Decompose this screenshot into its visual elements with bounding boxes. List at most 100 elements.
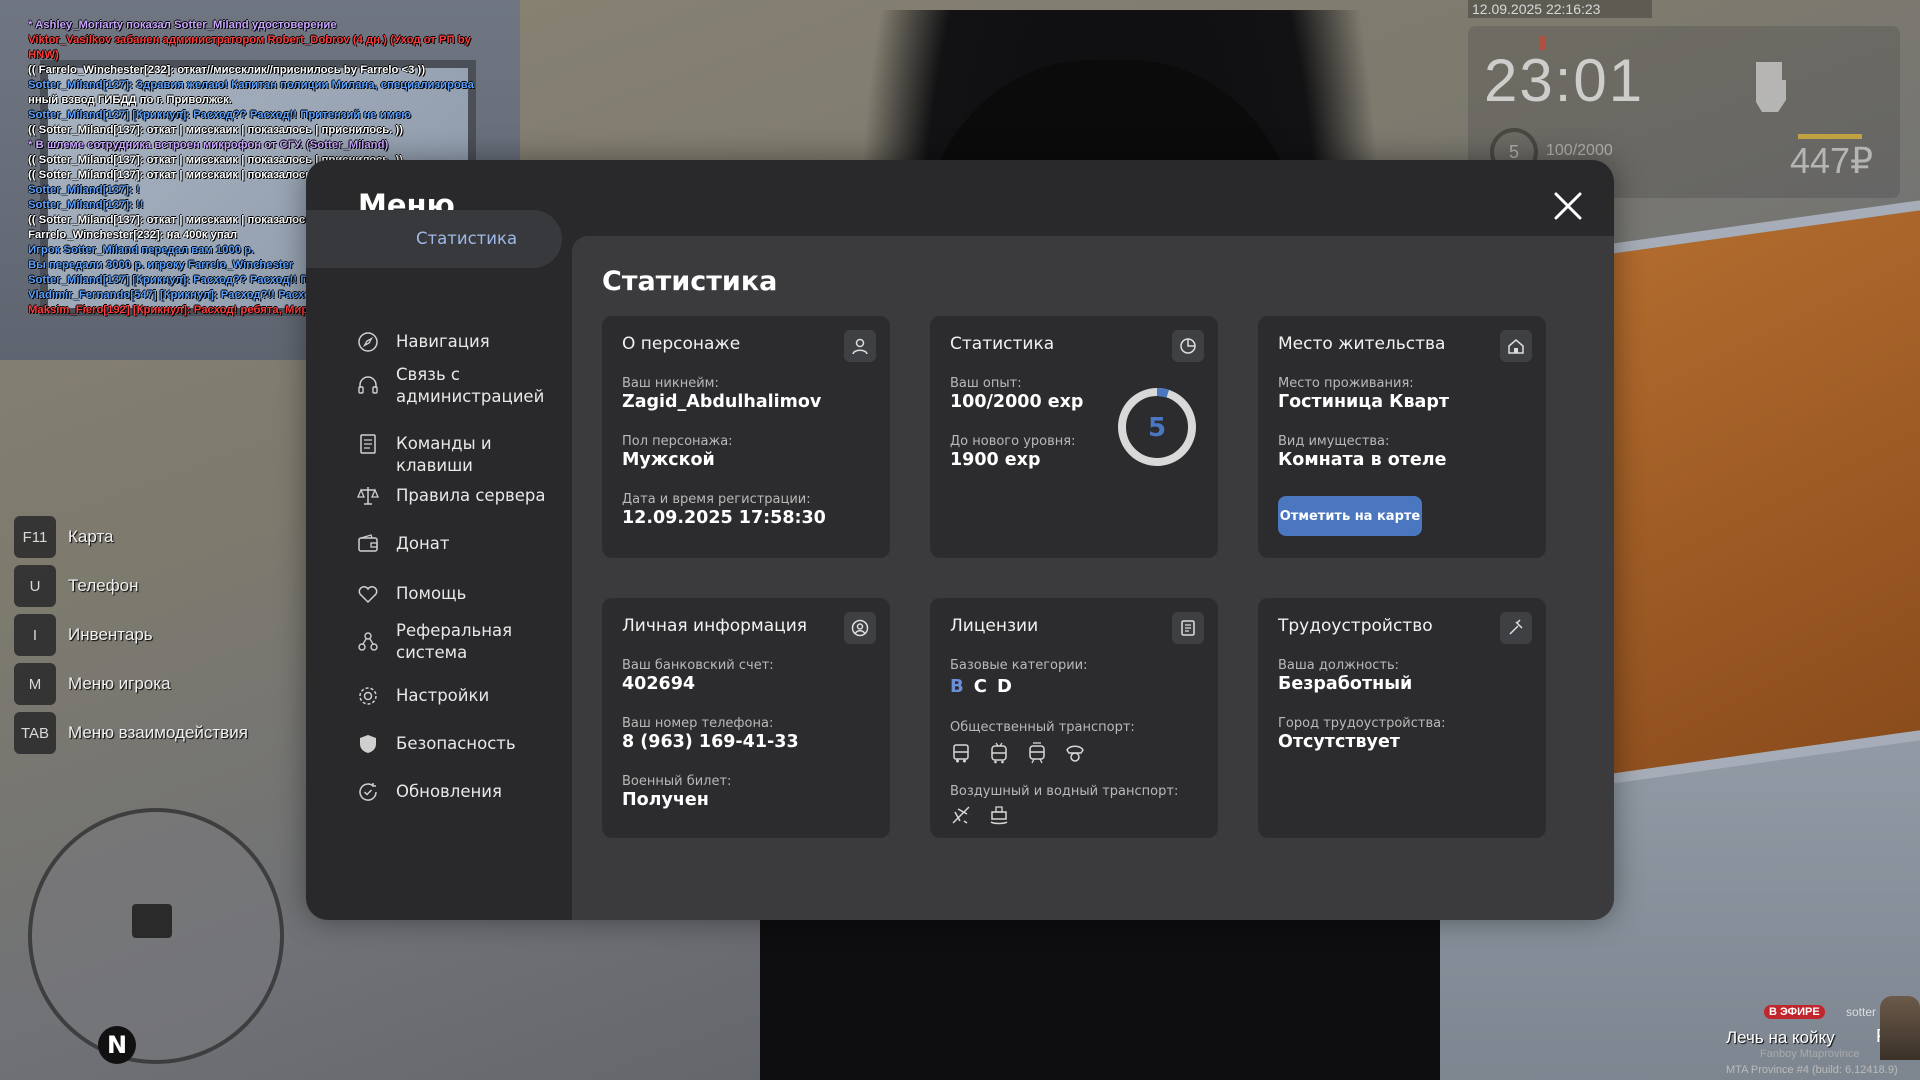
chat-line: HNW) [28,49,59,61]
action-prompt: Лечь на койку [1726,1028,1835,1047]
keybind-key: I [14,614,56,656]
keybind-label: Меню игрока [68,674,171,693]
nav-label: Связь с администрацией [396,365,545,406]
keybind-list: F11 Карта U Телефон I Инвентарь M Меню игрока TA… [14,515,248,760]
hammer-icon [1500,612,1532,644]
type-label: Вид имущества: [1278,434,1390,449]
nav-item[interactable]: Безопасность [306,722,562,766]
keybind-row: F11 Карта [14,515,248,559]
chat-line: нный взвод ГИБДД по г. Приволжск. [28,94,232,106]
license-category: B [950,676,964,697]
card-title: Трудоустройство [1278,616,1433,636]
card-job: Трудоустройство Ваша должность: Безработ… [1258,598,1546,838]
build-info: MTA Province #4 (build: 6.12418.9) [1726,1064,1898,1076]
minimap[interactable] [28,808,284,1064]
level-number: 5 [1148,413,1166,443]
close-icon[interactable] [1550,188,1586,224]
air-water-icons [950,804,1010,826]
page-title: Статистика [602,266,778,297]
driver-cap-icon [1066,745,1084,762]
id-card-icon [1172,612,1204,644]
nav-item[interactable]: Связь с администрацией [306,364,562,408]
position-label: Ваша должность: [1278,658,1400,673]
phone-value: 8 (963) 169-41-33 [622,732,799,752]
public-label: Общественный транспорт: [950,720,1135,735]
nav-item[interactable]: Навигация [306,320,562,364]
user-circle-icon [844,612,876,644]
card-title: Статистика [950,334,1055,354]
nav-label: Навигация [396,332,490,351]
card-stats: Статистика Ваш опыт: 100/2000 exp До нов… [930,316,1218,558]
card-residence: Место жительства Место проживания: Гости… [1258,316,1546,558]
bank-label: Ваш банковский счет: [622,658,774,673]
fist-icon [1756,62,1786,112]
compass-icon [358,332,378,352]
city-value: Отсутствует [1278,732,1400,752]
keybind-key: TAB [14,712,56,754]
level-ring: 5 [1118,388,1196,466]
base-label: Базовые категории: [950,658,1088,673]
plane-icon [952,806,970,824]
keybind-label: Меню взаимодействия [68,723,248,742]
hud-money: 447₽ [1790,140,1873,181]
card-title: Лицензии [950,616,1039,636]
nav-item[interactable]: Команды и клавиши [306,422,562,475]
keybind-label: Карта [68,527,114,546]
chat-line: (( Farrelo_Winchester[232]: откат//мисск… [28,64,426,76]
chat-line: Viktor_Vasilkov забанен администратором … [28,34,471,46]
nav-label: Донат [396,534,450,553]
keybind-key: U [14,565,56,607]
keybind-label: Инвентарь [68,625,153,644]
watermark: Fanboy Mtaprovince [1760,1048,1860,1060]
keybind-key: M [14,663,56,705]
hud-clock: 23:01 [1484,47,1645,114]
public-transport-icons [950,742,1086,764]
chat-line: Sotter_Miland[137] [Крикнул]: Расход?? Р… [28,109,411,121]
military-value: Получен [622,790,709,810]
streamer-avatar [1880,996,1920,1060]
military-label: Военный билет: [622,774,732,789]
hud-money-bar [1798,134,1862,139]
nav-item[interactable]: Донат [306,522,562,566]
gender-value: Мужской [622,450,715,470]
nav-label: Команды и клавиши [396,434,492,475]
chat-line: Sotter_Miland[137]: Здравия желаю! Капит… [28,79,474,91]
document-icon [360,434,376,454]
card-character: О персонаже Ваш никнейм: Zagid_Abdulhali… [602,316,890,558]
nick-label: Ваш никнейм: [622,376,719,391]
bus-icon [953,744,969,763]
trolleybus-icon [991,742,1007,764]
card-personal: Личная информация Ваш банковский счет: 4… [602,598,890,838]
nav-item[interactable]: Помощь [306,572,562,616]
live-name: sotter [1846,1005,1877,1019]
nav-item[interactable]: Реферальная система [306,620,562,664]
exp-value: 100/2000 exp [950,392,1084,412]
mark-on-map-button[interactable]: Отметить на карте [1278,496,1422,536]
license-category: C [973,676,987,697]
hospital-bed [1560,189,1920,791]
nav-item[interactable]: Правила сервера [306,474,562,518]
north-indicator: N [98,1026,136,1064]
nav-label: Обновления [396,782,502,801]
heart-hands-icon [358,586,378,604]
shield-icon [360,735,376,753]
user-icon [844,330,876,362]
nav-label: Настройки [396,686,490,705]
place-label: Место проживания: [1278,376,1414,391]
stats-content: Статистика О персонаже Ваш никнейм: Zagi… [572,236,1614,920]
gear-icon [359,687,377,705]
chat-line: * В шлеме сотрудника встроен микрофон от… [28,139,389,151]
keybind-row: M Меню игрока [14,662,248,706]
headset-icon [358,376,378,394]
tram-icon [1029,742,1045,764]
nav-item[interactable]: Статистика [306,210,562,268]
nav-item[interactable]: Обновления [306,770,562,814]
hud-datetime: 12.09.2025 22:16:23 [1468,0,1652,18]
bank-value: 402694 [622,674,696,694]
exp-label: Ваш опыт: [950,376,1022,391]
pie-chart-icon [1172,330,1204,362]
nav-label: Реферальная система [396,621,513,662]
chat-line: * Ashley_Moriarty показал Sotter_Miland … [28,19,337,31]
nav-item[interactable]: Настройки [306,674,562,718]
map-marker-icon [132,904,172,938]
